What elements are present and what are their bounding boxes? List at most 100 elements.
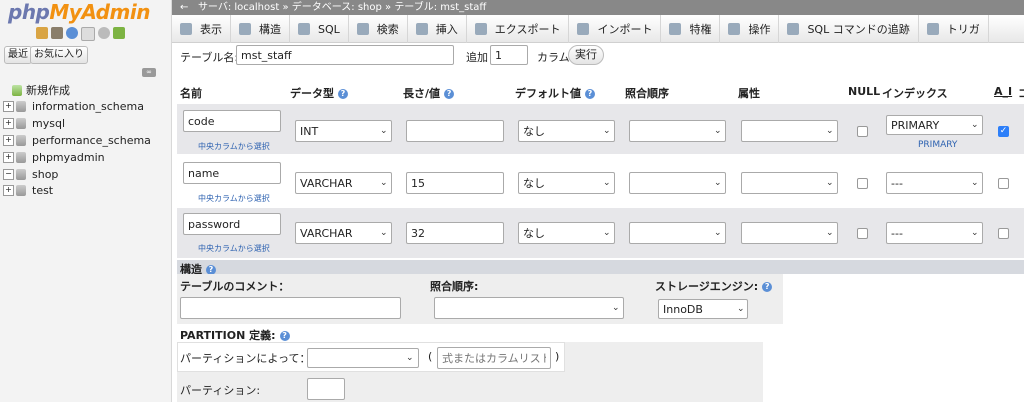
tab-browse[interactable]: 表示 (172, 15, 231, 43)
column-index-select[interactable]: --- (886, 172, 983, 194)
import-icon (577, 23, 590, 35)
column-label: カラム (537, 51, 570, 64)
tab-bar: 表示 構造 SQL 検索 挿入 エクスポート インポート 特権 操作 SQL コ… (172, 15, 1024, 43)
tree-item-performance-schema[interactable]: + performance_schema (3, 132, 151, 148)
column-attributes-select[interactable] (741, 172, 838, 194)
back-arrow-icon[interactable]: ← (180, 2, 188, 13)
null-checkbox[interactable] (857, 126, 868, 137)
help-icon[interactable]: ? (279, 331, 290, 341)
tree-item-mysql[interactable]: + mysql (3, 115, 65, 131)
header-index: インデックス (882, 87, 948, 100)
tab-import[interactable]: インポート (569, 15, 662, 43)
tab-sql[interactable]: SQL (290, 15, 349, 43)
partition-by-select[interactable] (307, 348, 419, 368)
partitions-count-input[interactable] (307, 378, 345, 400)
expand-icon[interactable]: + (3, 184, 14, 196)
tab-tracking[interactable]: SQL コマンドの追跡 (779, 15, 919, 43)
collation-label: 照合順序: (430, 280, 479, 293)
partition-panel-filler (565, 342, 763, 372)
column-name-input[interactable] (183, 213, 281, 235)
table-collation-select[interactable] (434, 297, 624, 319)
column-length-input[interactable] (406, 120, 504, 142)
tab-triggers[interactable]: トリガ (919, 15, 989, 43)
favorites-button[interactable]: お気に入り (30, 46, 88, 64)
auto-increment-checkbox[interactable] (998, 228, 1009, 239)
expand-icon[interactable]: + (3, 100, 14, 112)
null-checkbox[interactable] (857, 178, 868, 189)
column-collation-select[interactable] (629, 120, 726, 142)
reload-icon[interactable] (113, 27, 125, 39)
column-default-select[interactable]: なし (518, 120, 615, 142)
home-icon[interactable] (36, 27, 48, 39)
tree-item-label: shop (32, 167, 59, 181)
table-name-input[interactable] (236, 45, 454, 65)
tree-item-phpmyadmin[interactable]: + phpmyadmin (3, 149, 105, 165)
column-default-select[interactable]: なし (518, 222, 615, 244)
expand-icon[interactable]: + (3, 151, 14, 163)
breadcrumb-database[interactable]: データベース: shop (292, 2, 382, 13)
column-type-select[interactable]: INT (295, 120, 392, 142)
partition-by-label: パーティションによって： (180, 352, 311, 365)
help-icon[interactable]: ? (762, 282, 773, 292)
expand-icon[interactable]: + (3, 134, 14, 146)
column-index-select[interactable]: --- (886, 222, 983, 244)
add-count-input[interactable] (490, 45, 528, 65)
tree-item-test[interactable]: + test (3, 182, 53, 198)
column-attributes-select[interactable] (741, 222, 838, 244)
breadcrumb-server[interactable]: サーバ: localhost (198, 2, 279, 13)
tab-export[interactable]: エクスポート (467, 15, 570, 43)
column-default-select[interactable]: なし (518, 172, 615, 194)
column-length-input[interactable] (406, 172, 504, 194)
column-collation-select[interactable] (629, 222, 726, 244)
tab-operations[interactable]: 操作 (720, 15, 780, 43)
phpmyadmin-logo[interactable]: phpMyAdmin (8, 0, 150, 24)
collapse-icon[interactable]: − (3, 168, 14, 180)
tab-insert[interactable]: 挿入 (408, 15, 467, 43)
run-button[interactable]: 実行 (568, 45, 604, 65)
column-index-select[interactable]: PRIMARY (886, 115, 983, 135)
column-type-select[interactable]: VARCHAR (295, 172, 392, 194)
breadcrumb-table[interactable]: テーブル: mst_staff (394, 2, 486, 13)
index-name-link[interactable]: PRIMARY (918, 140, 957, 150)
collapse-all-icon[interactable]: ∞ (142, 68, 156, 77)
tree-item-shop[interactable]: − shop (3, 166, 58, 182)
pick-central-column-link[interactable]: 中央カラムから選択 (198, 193, 270, 204)
tab-privileges[interactable]: 特権 (661, 15, 721, 43)
close-paren: ) (555, 350, 560, 363)
partition-expression-input[interactable] (437, 347, 551, 369)
table-comment-input[interactable] (180, 297, 401, 319)
help-icon[interactable]: ? (585, 89, 595, 99)
column-length-input[interactable] (406, 222, 504, 244)
null-checkbox[interactable] (857, 228, 868, 239)
pick-central-column-link[interactable]: 中央カラムから選択 (198, 243, 270, 254)
column-name-input[interactable] (183, 162, 281, 184)
settings-gear-icon[interactable] (98, 27, 110, 39)
recent-button[interactable]: 最近 (4, 46, 32, 64)
help-icon[interactable] (66, 27, 78, 39)
tree-item-information-schema[interactable]: + information_schema (3, 98, 144, 114)
storage-engine-select[interactable]: InnoDB (658, 299, 748, 319)
expand-icon[interactable]: + (3, 117, 14, 129)
column-type-select[interactable]: VARCHAR (295, 222, 392, 244)
logout-icon[interactable] (51, 27, 63, 39)
auto-increment-checkbox[interactable] (998, 178, 1009, 189)
column-collation-select[interactable] (629, 172, 726, 194)
help-icon[interactable]: ? (338, 89, 348, 99)
help-icon[interactable]: ? (444, 89, 455, 99)
database-icon (16, 100, 26, 112)
structure-bar (177, 260, 1024, 274)
column-attributes-select[interactable] (741, 120, 838, 142)
tab-search[interactable]: 検索 (349, 15, 408, 43)
database-icon (16, 134, 26, 146)
docs-icon[interactable] (81, 27, 95, 41)
header-collation: 照合順序 (625, 87, 669, 100)
pick-central-column-link[interactable]: 中央カラムから選択 (198, 141, 270, 152)
sidebar-icon-row (36, 27, 125, 43)
new-db-icon (12, 84, 22, 96)
tab-structure[interactable]: 構造 (231, 15, 290, 43)
auto-increment-checkbox[interactable]: ✓ (998, 126, 1009, 137)
tree-new[interactable]: 新規作成 (12, 82, 70, 98)
column-name-input[interactable] (183, 110, 281, 132)
header-null: NULL (848, 85, 881, 98)
wrench-icon (728, 23, 741, 35)
